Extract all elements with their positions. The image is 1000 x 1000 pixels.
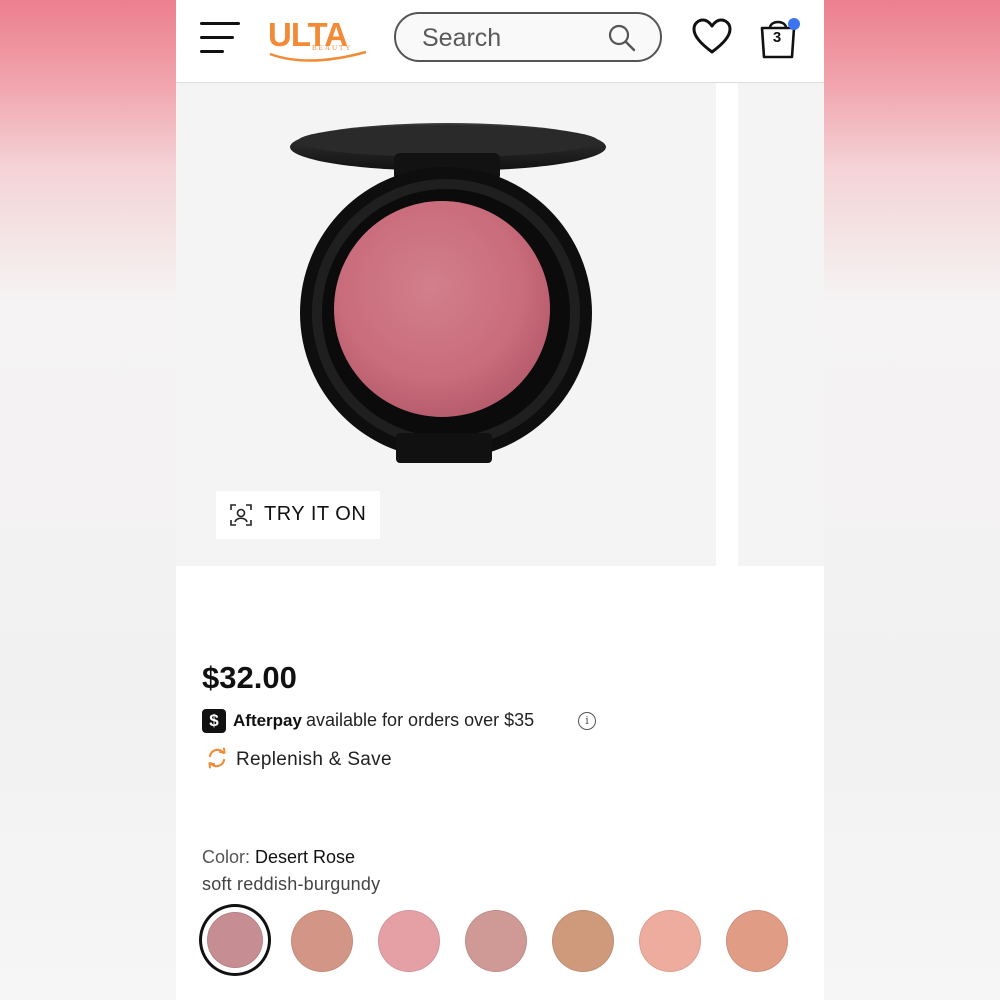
logo-swoosh-icon	[269, 50, 367, 62]
color-swatch[interactable]	[291, 910, 353, 972]
heart-icon[interactable]	[692, 18, 732, 56]
color-swatch[interactable]	[552, 910, 614, 972]
color-description: soft reddish-burgundy	[202, 874, 381, 894]
notification-dot	[788, 18, 800, 30]
bag-count: 3	[772, 29, 782, 46]
product-price: $32.00	[202, 660, 297, 695]
face-scan-icon	[230, 504, 252, 526]
ulta-logo[interactable]: ULTA BEAUTY	[268, 14, 372, 62]
background-right	[824, 0, 1000, 1000]
product-page: ULTA BEAUTY Search 3 TRY IT ON $32.00 $ …	[176, 0, 824, 1000]
try-it-on-label: TRY IT ON	[264, 503, 367, 525]
try-it-on-button[interactable]: TRY IT ON	[216, 491, 380, 539]
color-swatch[interactable]	[378, 910, 440, 972]
color-swatch[interactable]	[639, 910, 701, 972]
afterpay-brand: Afterpay	[233, 711, 302, 730]
color-swatch[interactable]	[465, 910, 527, 972]
blush-compact-image	[290, 123, 606, 463]
background-left	[0, 0, 176, 1000]
afterpay-dollar-icon: $	[202, 709, 226, 733]
info-icon[interactable]: i	[578, 712, 596, 730]
color-key: Color:	[202, 847, 251, 867]
refresh-icon	[208, 747, 226, 769]
search-placeholder: Search	[422, 24, 502, 52]
search-icon[interactable]	[608, 24, 636, 52]
replenish-and-save-link[interactable]: Replenish & Save	[206, 747, 466, 775]
hamburger-menu-icon[interactable]	[200, 18, 244, 58]
color-swatch[interactable]	[726, 910, 788, 972]
replenish-label: Replenish & Save	[236, 749, 392, 770]
afterpay-text: available for orders over $35	[306, 710, 535, 730]
color-selection-label: Color: Desert Rose	[202, 847, 355, 868]
top-header: ULTA BEAUTY Search 3	[176, 0, 824, 83]
afterpay-info: $ Afterpay available for orders over $35…	[202, 708, 622, 734]
color-value: Desert Rose	[255, 847, 356, 867]
product-image-panel[interactable]: TRY IT ON	[176, 83, 716, 566]
next-image-panel[interactable]	[738, 83, 824, 566]
color-swatch[interactable]	[207, 912, 263, 968]
search-input[interactable]: Search	[394, 12, 662, 62]
color-swatch-list	[204, 906, 804, 976]
